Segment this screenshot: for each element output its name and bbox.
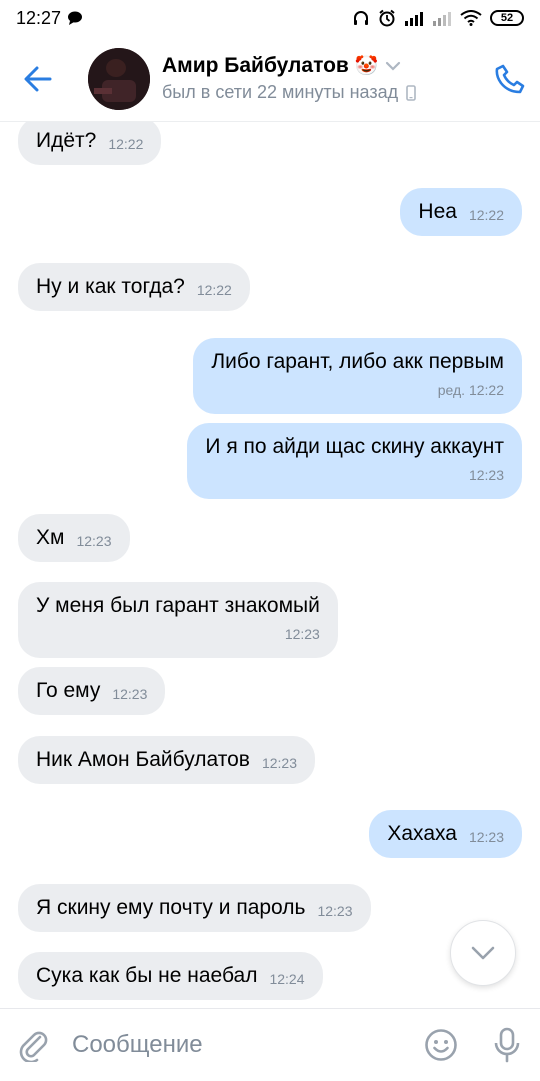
contact-name: Амир Байбулатов — [162, 54, 349, 77]
message-text: Идёт? — [36, 129, 97, 152]
message-text: Хм — [36, 526, 65, 549]
message-list[interactable]: Идёт? 12:22 Неа 12:22 Ну и как тогда? 12… — [0, 122, 540, 1008]
message-time: 12:22 — [468, 207, 504, 223]
contact-status: был в сети 22 минуты назад — [162, 82, 399, 102]
message-text: Ник Амон Байбулатов — [36, 748, 250, 771]
emoji-button[interactable] — [408, 1009, 474, 1081]
wifi-icon — [460, 10, 482, 26]
message-text: У меня был гарант знакомый — [36, 594, 320, 617]
message-bubble-outgoing[interactable]: Неа 12:22 — [400, 188, 522, 236]
message-time: 12:22 — [196, 282, 232, 298]
message-bubble-incoming[interactable]: Я скину ему почту и пароль 12:23 — [18, 884, 371, 932]
attach-button[interactable] — [0, 1009, 66, 1081]
message-bubble-incoming[interactable]: Го ему 12:23 — [18, 667, 166, 715]
message-bubble-incoming[interactable]: Идёт? 12:22 — [18, 122, 162, 165]
message-text: Хахаха — [387, 822, 457, 845]
message-text: Го ему — [36, 679, 101, 702]
message-bubble-outgoing[interactable]: Хахаха 12:23 — [369, 810, 522, 858]
status-right: 52 — [352, 9, 524, 27]
message-text: Я скину ему почту и пароль — [36, 896, 306, 919]
contact-info[interactable]: Амир Байбулатов 🤡 был в сети 22 минуты н… — [162, 54, 480, 103]
message-time: 12:23 — [261, 755, 298, 771]
microphone-icon — [494, 1027, 520, 1062]
message-bubble-incoming[interactable]: Сука как бы не наебал 12:24 — [18, 952, 323, 1000]
clown-emoji: 🤡 — [354, 56, 379, 77]
message-bubble-outgoing[interactable]: И я по айди щас скину аккаунт 12:23 — [187, 423, 522, 499]
message-bubble-incoming[interactable]: Ник Амон Байбулатов 12:23 — [18, 736, 316, 784]
message-text: Ну и как тогда? — [36, 275, 185, 298]
signal-icon — [405, 12, 423, 26]
mobile-device-icon — [406, 84, 416, 101]
message-time: 12:24 — [269, 971, 305, 987]
signal-icon — [433, 12, 451, 26]
message-text: И я по айди щас скину аккаунт — [205, 435, 504, 458]
battery-level: 52 — [500, 12, 514, 24]
scroll-to-bottom-button[interactable] — [450, 920, 516, 986]
avatar[interactable] — [88, 47, 150, 110]
message-composer: Сообщение — [0, 1008, 540, 1080]
voice-message-button[interactable] — [474, 1009, 540, 1081]
message-time: 12:23 — [468, 829, 504, 845]
back-button[interactable] — [0, 36, 76, 122]
chat-bubble-icon — [68, 11, 83, 25]
message-text: Либо гарант, либо акк первым — [211, 350, 504, 373]
chevron-down-icon — [471, 946, 495, 960]
avatar-image — [88, 47, 150, 110]
contact-name-row: Амир Байбулатов 🤡 — [162, 54, 480, 78]
message-text: Сука как бы не наебал — [36, 964, 258, 987]
message-bubble-incoming[interactable]: У меня был гарант знакомый 12:23 — [18, 582, 338, 658]
status-left: 12:27 — [16, 8, 83, 29]
message-time: ред. 12:22 — [437, 382, 504, 398]
chat-header: Амир Байбулатов 🤡 был в сети 22 минуты н… — [0, 36, 540, 122]
status-bar: 12:27 52 — [0, 0, 540, 36]
chevron-down-icon — [385, 61, 400, 71]
message-text: Неа — [418, 200, 457, 223]
message-time: 12:23 — [317, 903, 353, 919]
phone-icon — [495, 64, 525, 93]
status-time: 12:27 — [16, 7, 62, 28]
battery-indicator: 52 — [490, 10, 524, 26]
call-button[interactable] — [480, 36, 540, 122]
back-arrow-icon — [24, 66, 52, 91]
paperclip-icon — [19, 1031, 48, 1062]
message-time: 12:23 — [284, 626, 320, 642]
message-input[interactable]: Сообщение — [66, 1031, 408, 1059]
message-bubble-incoming[interactable]: Ну и как тогда? 12:22 — [18, 263, 250, 311]
message-time: 12:23 — [76, 533, 112, 549]
message-time: 12:23 — [468, 467, 504, 483]
contact-status-row: был в сети 22 минуты назад — [162, 82, 480, 103]
message-time: 12:22 — [108, 136, 144, 152]
message-bubble-outgoing[interactable]: Либо гарант, либо акк первым ред. 12:22 — [193, 338, 522, 414]
smile-icon — [425, 1028, 457, 1061]
message-bubble-incoming[interactable]: Хм 12:23 — [18, 514, 130, 562]
headphones-icon — [354, 11, 368, 25]
alarm-icon — [379, 9, 395, 27]
message-time: 12:23 — [112, 686, 148, 702]
